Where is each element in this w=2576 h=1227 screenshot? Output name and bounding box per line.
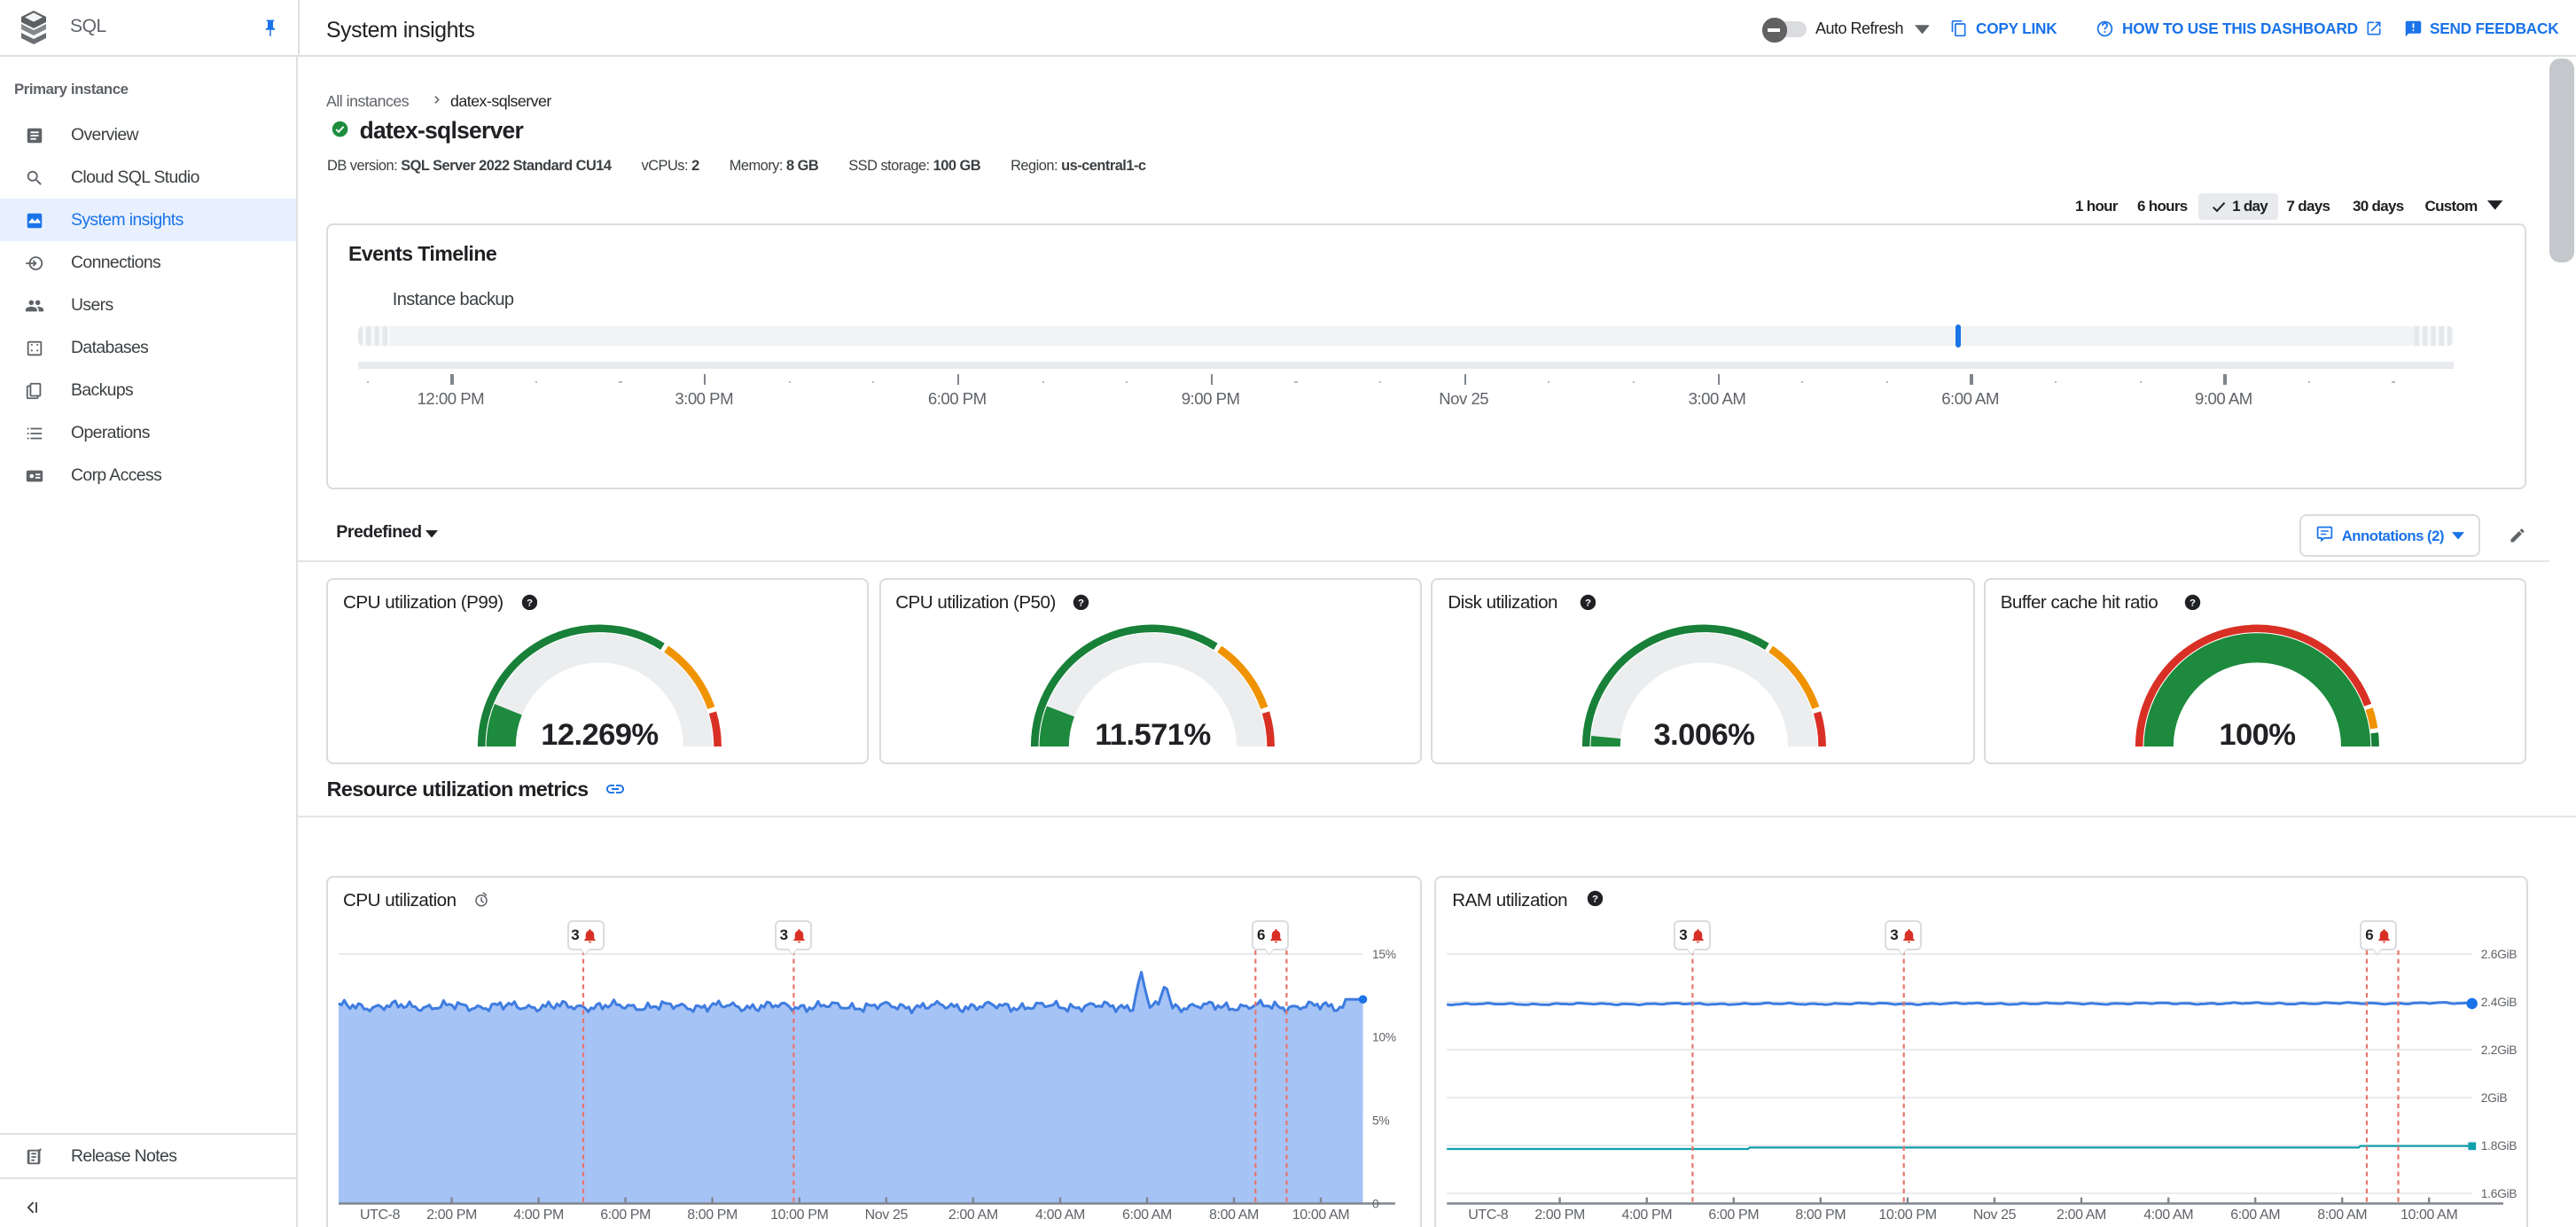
- svg-text:10:00 PM: 10:00 PM: [770, 1207, 828, 1223]
- svg-text:2GiB: 2GiB: [2480, 1091, 2507, 1105]
- svg-text:?: ?: [2190, 598, 2196, 608]
- svg-text:4:00 AM: 4:00 AM: [2143, 1207, 2193, 1223]
- svg-text:?: ?: [1585, 598, 1591, 608]
- svg-text:10%: 10%: [1372, 1031, 1396, 1044]
- svg-text:10:00 AM: 10:00 AM: [1292, 1207, 1349, 1223]
- svg-text:6:00 AM: 6:00 AM: [1122, 1207, 1172, 1223]
- svg-text:3.006%: 3.006%: [1654, 717, 1755, 751]
- svg-text:Nov 25: Nov 25: [865, 1207, 909, 1223]
- svg-text:0: 0: [1372, 1197, 1379, 1210]
- svg-text:12.269%: 12.269%: [541, 717, 658, 751]
- svg-text:10:00 PM: 10:00 PM: [1878, 1207, 1936, 1223]
- svg-text:4:00 PM: 4:00 PM: [513, 1207, 564, 1223]
- svg-text:2:00 AM: 2:00 AM: [948, 1207, 998, 1223]
- svg-text:4:00 PM: 4:00 PM: [1621, 1207, 1672, 1223]
- svg-text:4:00 AM: 4:00 AM: [1035, 1207, 1085, 1223]
- svg-text:15%: 15%: [1372, 948, 1396, 961]
- svg-text:6:00 AM: 6:00 AM: [2230, 1207, 2280, 1223]
- svg-text:UTC-8: UTC-8: [1467, 1207, 1508, 1223]
- svg-text:100%: 100%: [2219, 717, 2295, 751]
- svg-text:?: ?: [1078, 598, 1084, 608]
- svg-text:UTC-8: UTC-8: [360, 1207, 401, 1223]
- svg-text:1.8GiB: 1.8GiB: [2480, 1139, 2516, 1153]
- svg-text:2.4GiB: 2.4GiB: [2480, 996, 2516, 1009]
- svg-text:2.6GiB: 2.6GiB: [2480, 948, 2516, 961]
- svg-text:11.571%: 11.571%: [1094, 717, 1209, 751]
- svg-text:8:00 AM: 8:00 AM: [2317, 1207, 2367, 1223]
- svg-text:2:00 AM: 2:00 AM: [2056, 1207, 2105, 1223]
- svg-text:5%: 5%: [1372, 1114, 1389, 1127]
- svg-text:8:00 PM: 8:00 PM: [687, 1207, 738, 1223]
- svg-text:Nov 25: Nov 25: [1972, 1207, 2016, 1223]
- svg-text:?: ?: [526, 598, 532, 608]
- svg-text:6:00 PM: 6:00 PM: [1708, 1207, 1759, 1223]
- svg-text:2.2GiB: 2.2GiB: [2480, 1043, 2516, 1057]
- svg-text:6:00 PM: 6:00 PM: [600, 1207, 651, 1223]
- svg-text:2:00 PM: 2:00 PM: [426, 1207, 477, 1223]
- svg-text:2:00 PM: 2:00 PM: [1534, 1207, 1584, 1223]
- svg-text:8:00 AM: 8:00 AM: [1209, 1207, 1259, 1223]
- svg-text:10:00 AM: 10:00 AM: [2400, 1207, 2456, 1223]
- svg-text:8:00 PM: 8:00 PM: [1795, 1207, 1846, 1223]
- svg-text:1.6GiB: 1.6GiB: [2480, 1187, 2516, 1200]
